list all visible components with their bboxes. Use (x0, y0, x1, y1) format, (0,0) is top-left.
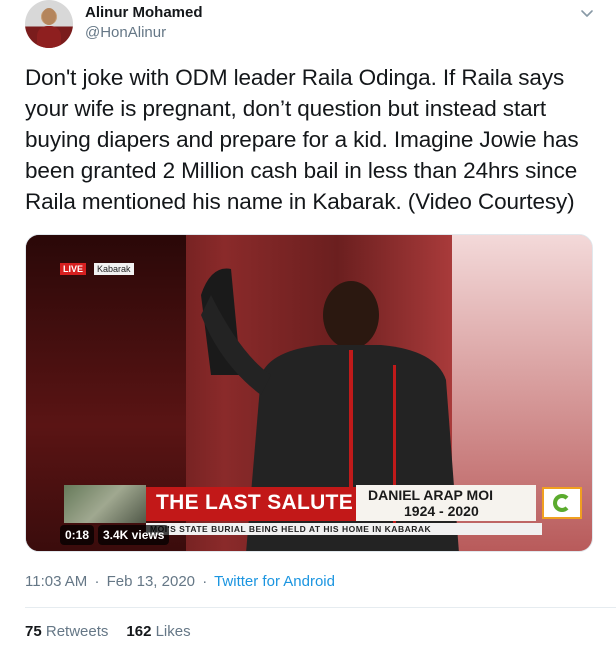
likes-label: Likes (155, 623, 191, 640)
lower-third-headline: THE LAST SALUTE (156, 491, 353, 514)
likes-link[interactable]: 162 Likes (126, 623, 190, 640)
author-name[interactable]: Alinur Mohamed (85, 4, 203, 21)
retweets-link[interactable]: 75 Retweets (25, 623, 108, 640)
tweet-date[interactable]: Feb 13, 2020 (107, 573, 195, 590)
likes-count: 162 (126, 623, 152, 640)
tweet-source[interactable]: Twitter for Android (214, 573, 335, 590)
tweet-stats: 75 Retweets 162 Likes (25, 623, 191, 640)
tweet-time[interactable]: 11:03 AM (25, 573, 87, 590)
divider (25, 607, 616, 608)
live-location: Kabarak (94, 263, 134, 275)
tweet-text: Don't joke with ODM leader Raila Odinga.… (25, 65, 579, 214)
channel-logo (542, 487, 582, 519)
news-ticker: MOI'S STATE BURIAL BEING HELD AT HIS HOM… (146, 523, 542, 535)
lower-third: THE LAST SALUTE DANIEL ARAP MOI 1924 - 2… (64, 485, 592, 535)
video-player[interactable]: LIVE Kabarak THE LAST SALUTE DANIEL ARAP… (25, 234, 593, 552)
lower-third-name: DANIEL ARAP MOI (368, 487, 493, 503)
lower-third-years: 1924 - 2020 (404, 503, 479, 519)
retweets-label: Retweets (45, 623, 109, 640)
tweet-meta: 11:03 AM · Feb 13, 2020 · Twitter for An… (25, 573, 335, 590)
author-handle[interactable]: @HonAlinur (85, 24, 166, 41)
channel-logo-icon (553, 494, 571, 512)
chevron-down-icon[interactable] (580, 6, 594, 20)
video-views: 3.4K views (98, 525, 170, 545)
retweets-count: 75 (25, 623, 42, 640)
lower-third-thumbnail (64, 485, 146, 523)
meta-separator: · (202, 573, 208, 590)
avatar[interactable] (25, 0, 73, 48)
meta-separator: · (94, 573, 100, 590)
avatar-head (42, 8, 56, 25)
tweet: Alinur Mohamed @HonAlinur Don't joke wit… (0, 0, 616, 648)
avatar-suit (37, 26, 61, 48)
live-tag: LIVE (60, 263, 87, 275)
video-duration: 0:18 (60, 525, 95, 545)
